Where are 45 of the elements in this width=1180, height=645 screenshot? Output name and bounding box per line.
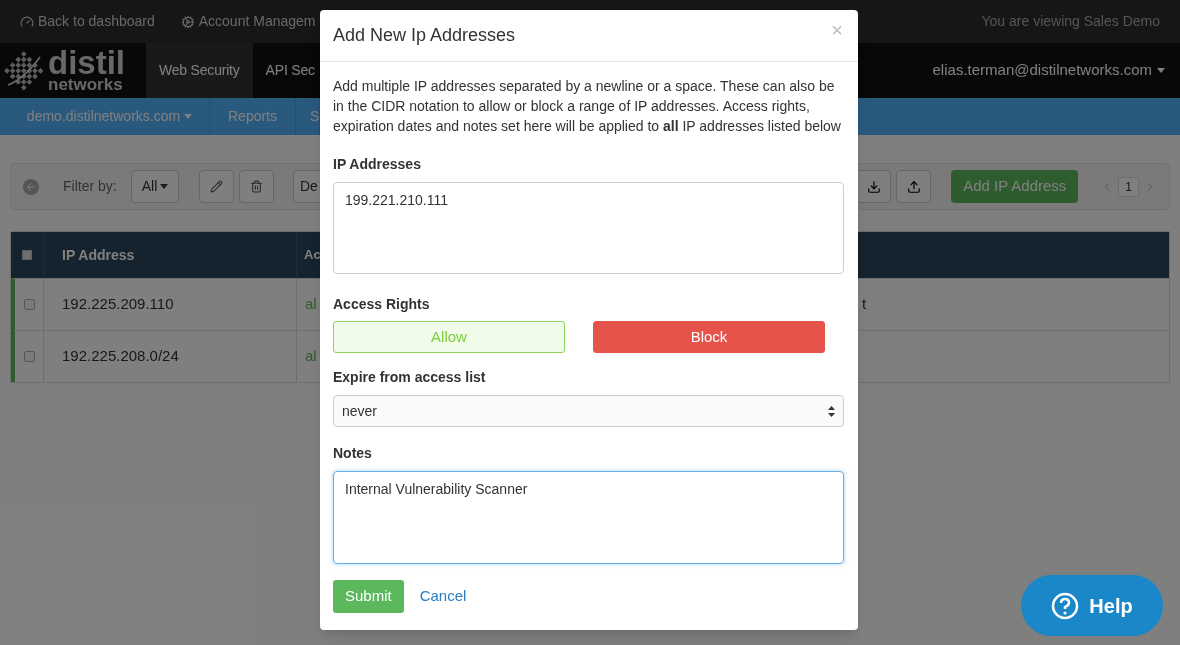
caret-icon [1157, 68, 1165, 73]
select-arrows-icon [828, 405, 835, 417]
expire-select[interactable]: never [333, 395, 844, 427]
logo-word: distil [48, 48, 125, 77]
download-button[interactable] [856, 170, 892, 203]
table-cell: 192.225.208.0/24 [43, 331, 296, 382]
description-text: Add multiple IP addresses separated by a newline or a space. These can also be in the CIDR notation to allow or block a range of IP addresses. Access rights, expiration dates and notes set here will be applied to all IP addresses listed below [333, 77, 842, 136]
upload-icon [906, 179, 921, 194]
download-icon [866, 179, 881, 194]
modal-title: Add New Ip Addresses [333, 24, 516, 47]
logo-subword: networks [48, 76, 124, 93]
block-button[interactable]: Block [593, 321, 825, 353]
user-menu[interactable]: elias.terman@distilnetworks.com [932, 43, 1165, 98]
question-icon [1051, 591, 1080, 620]
help-button[interactable]: Help [1021, 575, 1163, 636]
row-checkbox[interactable] [23, 299, 35, 310]
pencil-icon [210, 180, 223, 193]
logo[interactable]: distil networks [0, 43, 146, 98]
table-cell: 192.225.209.110 [43, 279, 296, 330]
field-label: Access Rights [333, 295, 431, 314]
back-icon[interactable] [23, 178, 39, 195]
submit-button[interactable]: Submit [333, 580, 404, 613]
notes-field[interactable]: Internal Vulnerability Scanner [333, 471, 844, 564]
row-checkbox[interactable] [23, 351, 35, 362]
delete-button[interactable] [239, 170, 274, 203]
filter-dropdown[interactable]: All [131, 170, 179, 203]
trash-icon [250, 180, 263, 193]
upload-button[interactable] [896, 170, 932, 203]
viewing-account-text: You are viewing Sales Demo [981, 12, 1160, 31]
page-number[interactable]: 1 [1118, 176, 1139, 197]
gear-icon [180, 14, 195, 29]
caret-icon [160, 184, 169, 189]
gauge-icon [20, 14, 34, 29]
top-bar-link[interactable]: Back to dashboard [20, 11, 155, 32]
logo-mark-icon [2, 48, 46, 93]
cancel-link[interactable]: Cancel [419, 585, 467, 608]
nav-tab[interactable]: Web Security [146, 43, 253, 98]
field-label: Notes [333, 444, 373, 463]
ip-addresses-field[interactable]: 199.221.210.111 [333, 182, 844, 274]
top-bar-link[interactable]: Account Managem [180, 11, 316, 32]
filter-label: Filter by: [63, 177, 118, 196]
select-all-checkbox[interactable] [22, 250, 32, 260]
edit-button[interactable] [199, 170, 234, 203]
table-cell-text: t [862, 294, 867, 315]
column-header[interactable]: IP Address [43, 232, 296, 278]
